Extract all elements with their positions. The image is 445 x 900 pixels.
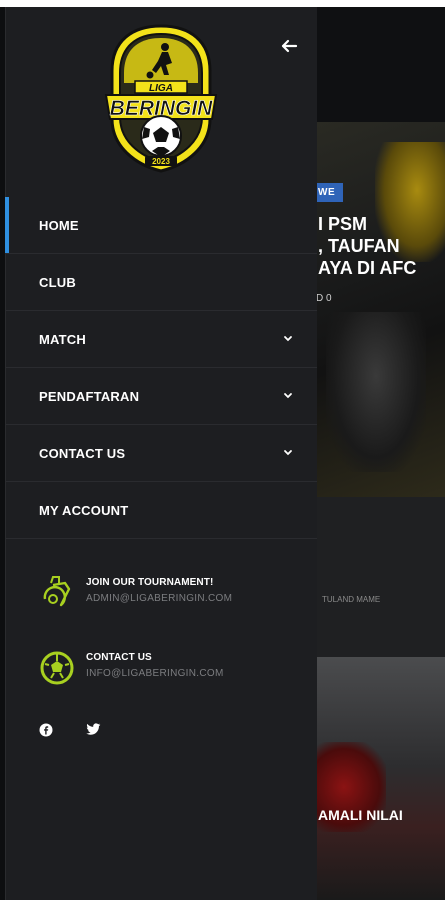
main-navigation: HOME CLUB MATCH PENDAFTARAN CONTACT US M… [5,197,317,539]
svg-text:2023: 2023 [152,157,170,166]
background-page: WE I PSM , TAUFAN AYA DI AFC D 0 TULAND … [316,7,445,900]
hero-image-person [326,312,426,472]
contact-title: JOIN OUR TOURNAMENT! [86,577,214,588]
whistle-icon [43,576,71,607]
arrow-left-icon [281,39,298,53]
chevron-down-icon[interactable] [283,392,293,400]
svg-text:LIGA: LIGA [149,83,173,94]
comment-count: D 0 [316,293,332,304]
chevron-down-icon[interactable] [283,449,293,457]
news-card-image[interactable] [316,657,445,900]
contact-tournament: JOIN OUR TOURNAMENT! ADMIN@LIGABERINGIN.… [39,575,299,625]
nav-item-label: MY ACCOUNT [39,503,129,518]
nav-item-label: HOME [39,218,79,233]
nav-item-club[interactable]: CLUB [6,254,317,311]
category-tag[interactable]: WE [316,183,344,202]
contact-title: CONTACT US [86,652,152,663]
chevron-down-icon[interactable] [283,335,293,343]
nav-item-match[interactable]: MATCH [6,311,317,368]
contact-email-link[interactable]: ADMIN@LIGABERINGIN.COM [86,593,232,604]
twitter-icon [86,723,101,735]
nav-item-pendaftaran[interactable]: PENDAFTARAN [6,368,317,425]
close-menu-button[interactable] [278,35,300,57]
ball-icon [40,651,74,685]
facebook-icon [39,723,53,737]
top-frame-edge [0,0,445,7]
nav-item-label: CONTACT US [39,446,126,461]
nav-item-label: PENDAFTARAN [39,389,140,404]
nav-item-my-account[interactable]: MY ACCOUNT [6,482,317,539]
nav-item-contact-us[interactable]: CONTACT US [6,425,317,482]
content-strip [316,497,445,662]
contact-email-link[interactable]: INFO@LIGABERINGIN.COM [86,668,224,679]
twitter-link[interactable] [86,723,102,739]
mobile-side-menu: LIGA BERINGIN 2023 HOME CLUB MATCH PENDA… [5,7,317,900]
news-card-title[interactable]: AMALI NILAI [318,807,403,823]
contact-general: CONTACT US INFO@LIGABERINGIN.COM [39,650,299,700]
nav-item-label: MATCH [39,332,86,347]
nav-item-home[interactable]: HOME [5,197,317,254]
facebook-link[interactable] [39,723,55,739]
hero-image [316,122,445,497]
article-headline[interactable]: I PSM , TAUFAN AYA DI AFC [318,213,445,279]
nav-item-label: CLUB [39,275,76,290]
strip-text: TULAND MAME [322,595,381,604]
liga-beringin-logo[interactable]: LIGA BERINGIN 2023 [102,23,220,175]
